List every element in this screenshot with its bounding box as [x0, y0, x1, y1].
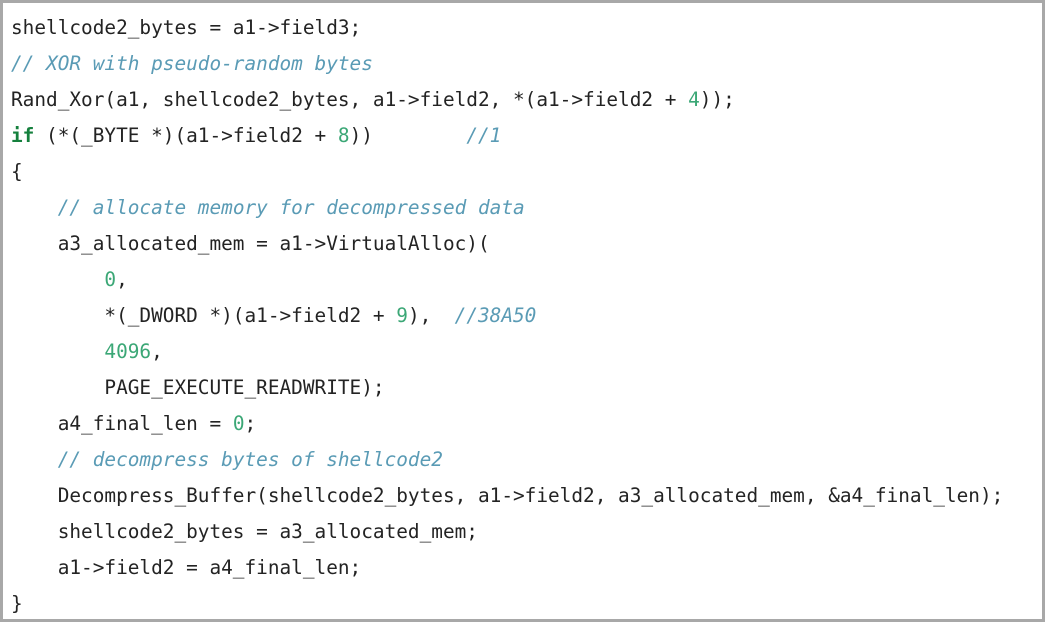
code-token-plain: ), [407, 304, 455, 327]
code-token-number: 9 [396, 304, 408, 327]
code-token-plain: Rand_Xor(a1, shellcode2_bytes, a1->field… [11, 88, 689, 111]
code-token-number: 4 [688, 88, 700, 111]
code-block: shellcode2_bytes = a1->field3; // XOR wit… [0, 0, 1045, 622]
code-token-comment: // allocate memory for decompressed data [57, 196, 525, 219]
code-line: Decompress_Buffer(shellcode2_bytes, a1->… [11, 478, 1042, 514]
code-token-plain: , [116, 268, 128, 291]
code-token-comment: // XOR with pseudo-random bytes [11, 52, 373, 75]
code-token-plain: Decompress_Buffer(shellcode2_bytes, a1->… [11, 484, 1004, 507]
code-line: // decompress bytes of shellcode2 [11, 442, 1042, 478]
code-token-plain: a4_final_len = [11, 412, 233, 435]
code-token-keyword: if [11, 124, 35, 147]
code-line: Rand_Xor(a1, shellcode2_bytes, a1->field… [11, 82, 1042, 118]
code-line: 4096, [11, 334, 1042, 370]
code-token-plain: *(_DWORD *)(a1->field2 + [11, 304, 397, 327]
code-line: PAGE_EXECUTE_READWRITE); [11, 370, 1042, 406]
code-token-comment: //38A50 [454, 304, 537, 327]
code-token-plain: shellcode2_bytes = a1->field3; [11, 16, 362, 39]
code-line: *(_DWORD *)(a1->field2 + 9), //38A50 [11, 298, 1042, 334]
code-line: } [11, 586, 1042, 619]
code-token-plain: a3_allocated_mem = a1->VirtualAlloc)( [11, 232, 490, 255]
code-token-comment: // decompress bytes of shellcode2 [57, 448, 443, 471]
code-line: a3_allocated_mem = a1->VirtualAlloc)( [11, 226, 1042, 262]
code-line: if (*(_BYTE *)(a1->field2 + 8)) //1 [11, 118, 1042, 154]
code-token-plain: )); [699, 88, 735, 111]
code-line: shellcode2_bytes = a1->field3; [11, 10, 1042, 46]
code-token-plain: { [11, 160, 23, 183]
code-line: { [11, 154, 1042, 190]
code-line: a1->field2 = a4_final_len; [11, 550, 1042, 586]
code-token-number: 0 [104, 268, 117, 291]
code-token-plain: } [11, 592, 23, 615]
code-token-plain: PAGE_EXECUTE_READWRITE); [11, 376, 385, 399]
code-token-plain: , [151, 340, 163, 363]
code-token-plain: )) [349, 124, 467, 147]
code-line: 0, [11, 262, 1042, 298]
code-token-number: 0 [232, 412, 245, 435]
code-line: shellcode2_bytes = a3_allocated_mem; [11, 514, 1042, 550]
code-token-plain: shellcode2_bytes = a3_allocated_mem; [11, 520, 478, 543]
code-line: // XOR with pseudo-random bytes [11, 46, 1042, 82]
code-token-number: 8 [337, 124, 350, 147]
code-token-number: 4096 [104, 340, 152, 363]
code-token-comment: //1 [466, 124, 502, 147]
code-token-plain: ; [244, 412, 257, 435]
code-listing[interactable]: shellcode2_bytes = a1->field3; // XOR wit… [3, 3, 1042, 619]
code-token-plain: (*(_BYTE *)(a1->field2 + [34, 124, 338, 147]
code-line: a4_final_len = 0; [11, 406, 1042, 442]
code-token-plain: a1->field2 = a4_final_len; [11, 556, 362, 579]
code-line: // allocate memory for decompressed data [11, 190, 1042, 226]
